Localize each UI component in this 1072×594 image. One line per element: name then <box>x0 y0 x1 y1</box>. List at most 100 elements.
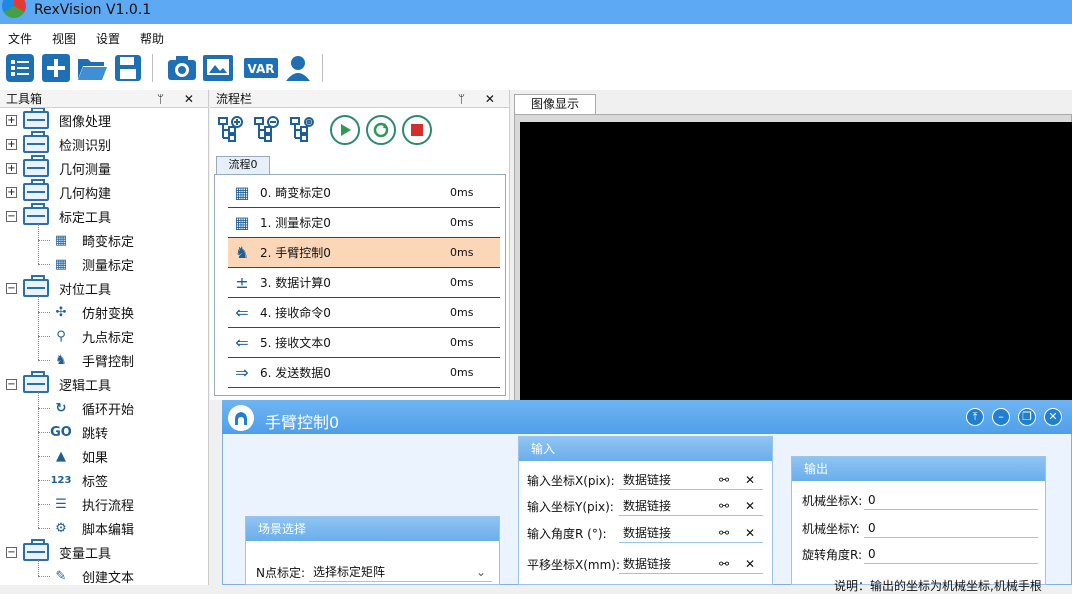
tree-group[interactable]: + 几何测量 <box>6 155 111 180</box>
collapse-icon[interactable]: − <box>6 210 17 222</box>
flow-stop-icon[interactable] <box>402 115 432 145</box>
scene-row: N点标定: 选择标定矩阵 ⌄ <box>256 561 492 583</box>
flow-item[interactable]: ▦ 1. 测量标定0 0ms <box>228 208 500 238</box>
input-field-value-text: 数据链接 <box>623 557 672 571</box>
tree-leaf[interactable]: ✣ 仿射变换 <box>50 300 134 324</box>
input-field-row: 输入角度R (°): 数据链接 ⚯ ✕ <box>527 522 763 544</box>
input-field-value[interactable]: 数据链接 ⚯ ✕ <box>619 523 763 543</box>
image-canvas[interactable] <box>520 122 1072 404</box>
tree-group[interactable]: − 对位工具 <box>6 275 112 300</box>
tree-leaf[interactable]: ↻ 循环开始 <box>50 396 134 420</box>
tree-leaf[interactable]: GO 跳转 <box>50 420 108 444</box>
image-display-icon[interactable] <box>202 52 234 84</box>
menu-view[interactable]: 视图 <box>52 30 76 47</box>
flow-item-time: 0ms <box>450 246 474 259</box>
add-icon[interactable] <box>40 52 72 84</box>
tree-leaf[interactable]: ☰ 执行流程 <box>50 492 134 516</box>
output-field-value[interactable]: 0 <box>864 490 1038 510</box>
remove-flow-icon[interactable] <box>252 114 282 144</box>
tree-leaf[interactable]: ⚲ 九点标定 <box>50 324 134 348</box>
flow-run-icon[interactable] <box>330 115 360 145</box>
flow-pin-close-icon[interactable]: ᛘ ✕ <box>458 90 503 108</box>
open-folder-icon[interactable] <box>76 52 108 84</box>
chevron-down-icon[interactable]: ⌄ <box>476 562 486 582</box>
menu-settings[interactable]: 设置 <box>96 30 120 47</box>
clear-link-icon[interactable]: ✕ <box>745 523 755 543</box>
tab-flow0[interactable]: 流程0 <box>216 156 270 174</box>
clear-link-icon[interactable]: ✕ <box>745 554 755 574</box>
clear-link-icon[interactable]: ✕ <box>745 470 755 490</box>
flow-loop-run-icon[interactable] <box>366 115 396 145</box>
app-logo-icon <box>2 0 26 18</box>
input-field-label: 输入坐标Y(pix): <box>527 499 614 514</box>
tree-group[interactable]: + 几何构建 <box>6 179 111 204</box>
tree-leaf-label: 创建文本 <box>82 570 135 586</box>
input-field-value[interactable]: 数据链接 ⚯ ✕ <box>619 496 763 516</box>
expand-icon[interactable]: + <box>6 186 17 198</box>
tree-leaf[interactable]: ▲ 如果 <box>50 444 108 468</box>
tree-group[interactable]: − 变量工具 <box>6 539 111 564</box>
toolbox-pin-close-icon[interactable]: ᛘ ✕ <box>157 90 202 108</box>
output-field-label: 机械坐标X: <box>802 493 863 508</box>
tree-leaf[interactable]: ♞ 手臂控制 <box>50 348 134 372</box>
link-icon[interactable]: ⚯ <box>719 496 729 516</box>
tree-leaf-label: 标签 <box>82 474 109 490</box>
output-field-value[interactable]: 0 <box>864 544 1038 564</box>
link-icon[interactable]: ⚯ <box>719 470 729 490</box>
tree-group[interactable]: + 图像处理 <box>6 108 111 132</box>
flow-item[interactable]: ▦ 0. 畸变标定0 0ms <box>228 178 500 208</box>
tree-leaf[interactable]: ▦ 测量标定 <box>50 252 134 276</box>
restore-icon[interactable]: ❐ <box>1018 408 1036 426</box>
input-field-label: 输入坐标X(pix): <box>527 473 615 488</box>
tree-leaf[interactable]: ⚙ 脚本编辑 <box>50 516 134 540</box>
tree-group[interactable]: + 检测识别 <box>6 131 111 156</box>
toolbox-folder-icon <box>23 275 49 297</box>
collapse-icon[interactable]: − <box>6 546 17 558</box>
tree-group-label: 对位工具 <box>59 282 112 298</box>
camera-icon[interactable] <box>166 52 198 84</box>
flow-item[interactable]: ⇐ 5. 接收文本0 0ms <box>228 328 500 358</box>
clear-link-icon[interactable]: ✕ <box>745 496 755 516</box>
link-icon[interactable]: ⚯ <box>719 523 729 543</box>
expand-icon[interactable]: + <box>6 162 17 174</box>
save-icon[interactable] <box>112 52 144 84</box>
tree-leaf[interactable]: 123 标签 <box>50 468 108 492</box>
tree-group-label: 标定工具 <box>59 210 112 226</box>
tree-leaf-label: 手臂控制 <box>82 354 135 370</box>
pin-top-icon[interactable]: ⤒ <box>966 408 984 426</box>
link-icon[interactable]: ⚯ <box>719 554 729 574</box>
input-field-value[interactable]: 数据链接 ⚯ ✕ <box>619 554 763 574</box>
loop-icon: ↻ <box>55 400 67 416</box>
expand-icon[interactable]: + <box>6 138 17 150</box>
flow-item[interactable]: ⇐ 4. 接收命令0 0ms <box>228 298 500 328</box>
tree-leaf[interactable]: ✎ 创建文本 <box>50 564 135 586</box>
input-field-value[interactable]: 数据链接 ⚯ ✕ <box>619 470 763 490</box>
flow-item[interactable]: ⇒ 6. 发送数据0 0ms <box>228 358 500 388</box>
tree-leaf[interactable]: ▦ 畸变标定 <box>50 228 134 252</box>
scene-select[interactable]: 选择标定矩阵 ⌄ <box>309 562 492 582</box>
flow-item[interactable]: ♞ 2. 手臂控制0 0ms <box>228 238 500 268</box>
collapse-icon[interactable]: − <box>6 378 17 390</box>
collapse-icon[interactable]: − <box>6 282 17 294</box>
menu-help[interactable]: 帮助 <box>140 30 164 47</box>
flow-item[interactable]: ±3. 数据计算0 0ms <box>228 268 500 298</box>
var-icon[interactable]: VAR <box>244 52 278 84</box>
tab-image-display[interactable]: 图像显示 <box>514 94 596 114</box>
tasklist-icon[interactable] <box>4 52 36 84</box>
close-icon[interactable]: ✕ <box>1044 408 1062 426</box>
expand-icon[interactable]: + <box>6 114 17 126</box>
output-field-value[interactable]: 0 <box>864 518 1038 538</box>
tree-group[interactable]: − 逻辑工具 <box>6 371 111 396</box>
tree-leaf-label: 脚本编辑 <box>82 522 135 538</box>
user-icon[interactable] <box>282 52 314 84</box>
tree-group[interactable]: − 标定工具 <box>6 203 112 228</box>
add-flow-icon[interactable] <box>216 114 246 144</box>
menu-file[interactable]: 文件 <box>8 30 32 47</box>
tree-group-label: 图像处理 <box>59 114 112 130</box>
minimize-icon[interactable]: – <box>992 408 1010 426</box>
tree-leaf-label: 执行流程 <box>82 498 135 514</box>
grid-icon: ▦ <box>234 213 250 232</box>
output-note: 说明：输出的坐标为机械坐标,机械手根 <box>834 579 1042 593</box>
flow-settings-icon[interactable] <box>288 114 318 144</box>
toolbox-folder-icon <box>23 371 49 393</box>
